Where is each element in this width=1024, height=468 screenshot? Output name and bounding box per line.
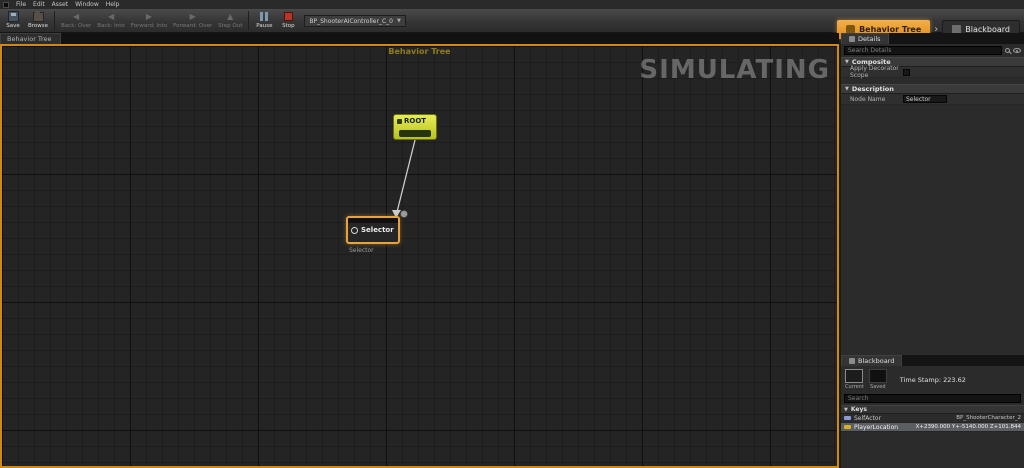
blackboard-tab-label: Blackboard <box>858 357 895 365</box>
blackboard-view-switcher: Current Saved Time Stamp: 223.62 <box>841 366 1024 392</box>
key-row-selfactor[interactable]: SelfActor BP_ShooterCharacter_2 <box>841 414 1024 423</box>
property-row-apply-decorator-scope: Apply Decorator Scope <box>841 65 1024 79</box>
stop-button[interactable]: Stop <box>276 9 300 33</box>
back-into-label: Back: Into <box>97 23 125 29</box>
stop-label: Stop <box>282 23 295 29</box>
back-into-icon: ◀ <box>107 12 115 21</box>
browse-label: Browse <box>28 23 49 29</box>
document-tab-row: Behavior Tree <box>0 33 839 44</box>
section-expand-icon: ▼ <box>844 406 848 413</box>
current-values-label: Current <box>845 384 864 390</box>
tab-behavior-tree-graph[interactable]: Behavior Tree <box>0 33 62 44</box>
simulating-watermark: SIMULATING <box>639 55 830 85</box>
details-tab-label: Details <box>858 35 881 43</box>
key-row-playerlocation[interactable]: PlayerLocation X+2390.000 Y+-5140.000 Z+… <box>841 423 1024 432</box>
apply-decorator-scope-checkbox[interactable] <box>903 68 910 76</box>
back-into-button[interactable]: ◀ Back: Into <box>94 9 128 33</box>
pause-label: Pause <box>256 23 273 29</box>
toolbar: Save Browse ◀ Back: Over ◀ Back: Into ▶ … <box>0 9 1024 39</box>
key-value: BP_ShooterCharacter_2 <box>956 415 1021 421</box>
pause-icon <box>260 12 269 21</box>
step-out-button[interactable]: ▲ Step Out <box>215 9 245 33</box>
menu-file[interactable]: File <box>16 1 26 8</box>
current-values-thumbnail <box>845 369 864 383</box>
browse-button[interactable]: Browse <box>25 9 51 33</box>
details-tab-row: Details <box>841 33 1024 44</box>
forward-over-label: Forward: Over <box>173 23 213 29</box>
stop-icon <box>283 12 293 21</box>
tab-blackboard[interactable]: Blackboard <box>841 355 903 366</box>
step-out-icon: ▲ <box>227 12 234 21</box>
app-logo-icon <box>3 1 9 8</box>
menu-asset[interactable]: Asset <box>52 1 68 8</box>
visibility-options-icon[interactable] <box>1013 48 1021 53</box>
save-label: Save <box>6 23 20 29</box>
save-button[interactable]: Save <box>1 9 25 33</box>
details-tab-icon <box>849 36 855 42</box>
details-panel: Details ▼ Composite Apply Decorator Scop… <box>841 33 1024 468</box>
behavior-tree-editor-window: File Edit Asset Window Help Save Browse … <box>0 0 1024 468</box>
selector-node-icon <box>351 226 358 234</box>
blackboard-search-input[interactable] <box>844 394 1021 403</box>
forward-over-button[interactable]: ▶ Forward: Over <box>170 9 215 33</box>
saved-values-label: Saved <box>870 384 886 390</box>
apply-decorator-scope-label: Apply Decorator Scope <box>850 65 899 79</box>
selector-node-title: Selector <box>361 226 394 234</box>
root-node-icon <box>397 118 402 124</box>
toolbar-separator <box>248 11 250 30</box>
object-key-icon <box>844 416 851 420</box>
debug-target-dropdown[interactable]: BP_ShooterAIController_C_0 ▼ <box>304 15 406 27</box>
node-name-field[interactable] <box>903 95 947 103</box>
chevron-down-icon: ▼ <box>396 18 401 24</box>
key-value: X+2390.000 Y+-5140.000 Z+101.844 <box>915 424 1021 430</box>
keys-section-header[interactable]: ▼ Keys <box>841 405 1024 414</box>
vector-key-icon <box>844 425 851 429</box>
selector-node-caption: Selector <box>349 247 374 254</box>
forward-into-icon: ▶ <box>145 12 153 21</box>
blackboard-tab-icon <box>849 358 855 364</box>
menu-window[interactable]: Window <box>75 1 99 8</box>
root-output-pin[interactable] <box>399 130 431 137</box>
menu-help[interactable]: Help <box>106 1 120 8</box>
key-name: PlayerLocation <box>854 423 899 431</box>
menu-edit[interactable]: Edit <box>33 1 45 8</box>
saved-values-thumbnail <box>868 369 887 383</box>
back-over-label: Back: Over <box>61 23 92 29</box>
debug-target-value: BP_ShooterAIController_C_0 <box>309 17 393 25</box>
property-row-node-name: Node Name <box>841 94 1024 105</box>
menu-bar: File Edit Asset Window Help <box>0 0 1024 9</box>
node-connection-edge <box>392 139 416 218</box>
step-out-label: Step Out <box>218 23 243 29</box>
behavior-tree-graph-canvas[interactable]: Behavior Tree SIMULATING ROOT Selector S… <box>0 44 839 468</box>
blackboard-search-row <box>841 392 1024 405</box>
forward-over-icon: ▶ <box>189 12 196 21</box>
details-search-row <box>841 44 1024 57</box>
node-name-label: Node Name <box>850 95 886 103</box>
selector-node[interactable]: Selector <box>346 216 400 244</box>
forward-into-label: Forward: Into <box>130 23 168 29</box>
back-over-button[interactable]: ◀ Back: Over <box>58 9 94 33</box>
timestamp-text: Time Stamp: 223.62 <box>899 375 966 384</box>
tab-details[interactable]: Details <box>841 33 889 44</box>
blackboard-tab-row: Blackboard <box>841 355 1024 366</box>
browse-icon <box>32 10 44 22</box>
root-node[interactable]: ROOT <box>393 114 437 140</box>
save-icon <box>7 11 19 22</box>
saved-values-view-button[interactable]: Saved <box>868 369 887 390</box>
details-search-input[interactable] <box>844 46 1002 55</box>
toolbar-separator <box>54 11 56 30</box>
description-section-label: Description <box>851 85 894 93</box>
back-over-icon: ◀ <box>73 12 80 21</box>
search-icon <box>1005 48 1010 53</box>
keys-header-label: Keys <box>850 406 867 413</box>
section-description[interactable]: ▼ Description <box>841 84 1024 94</box>
pause-button[interactable]: Pause <box>252 9 276 33</box>
blackboard-panel: Blackboard Current Saved Time Stamp: 223… <box>841 355 1024 432</box>
section-expand-icon: ▼ <box>845 86 849 92</box>
forward-into-button[interactable]: ▶ Forward: Into <box>128 9 170 33</box>
root-node-title: ROOT <box>404 117 427 125</box>
key-name: SelfActor <box>854 414 882 422</box>
current-values-view-button[interactable]: Current <box>845 369 864 390</box>
